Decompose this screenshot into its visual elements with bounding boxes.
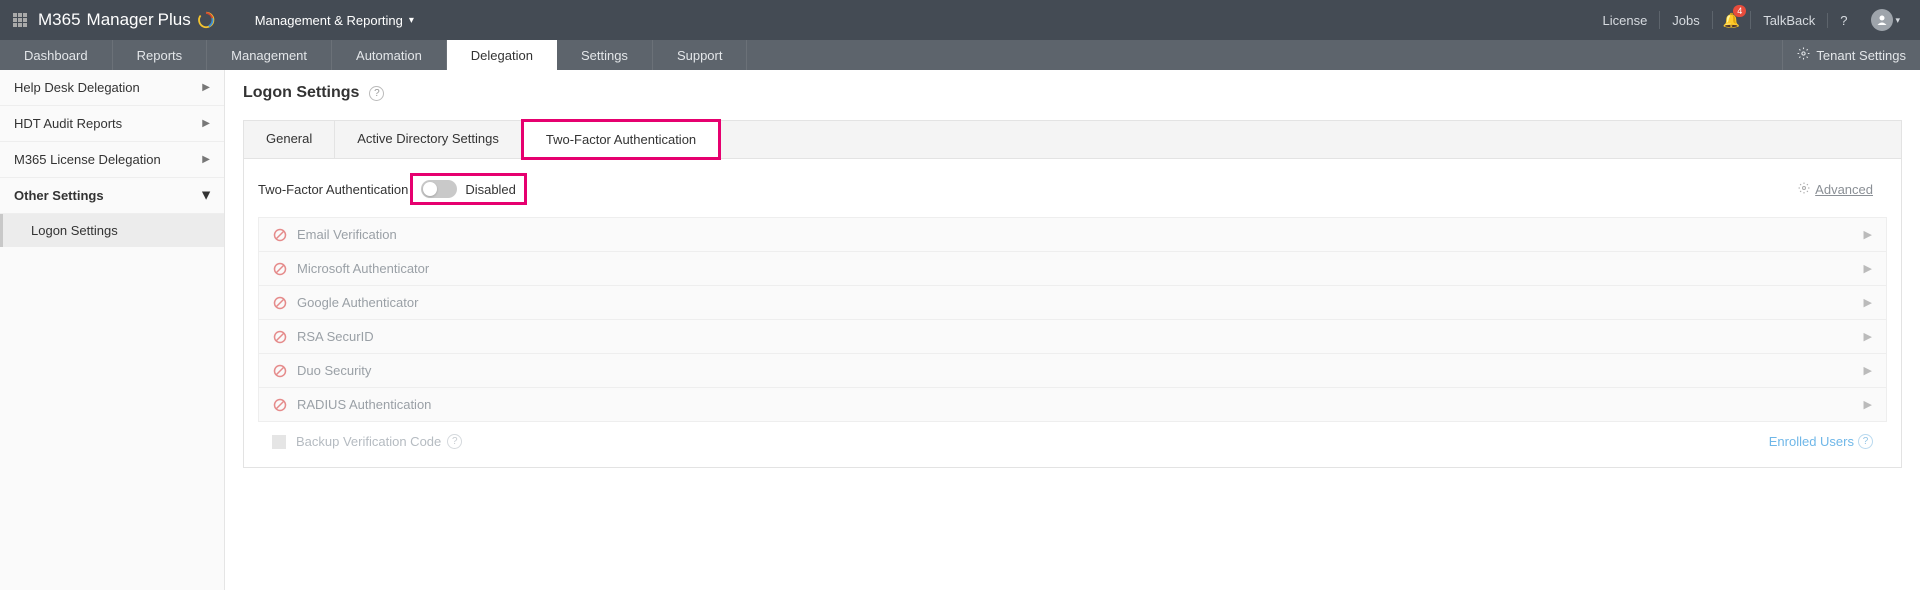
auth-method-item[interactable]: Google Authenticator ▶ [258, 286, 1887, 320]
backup-code-row: Backup Verification Code ? Enrolled User… [258, 422, 1887, 453]
main-nav: Dashboard Reports Management Automation … [0, 40, 1920, 70]
disabled-icon [273, 330, 287, 344]
apps-grid-icon[interactable] [12, 12, 28, 28]
section-dropdown-label: Management & Reporting [255, 13, 403, 28]
page-title-row: Logon Settings ? [243, 84, 1902, 102]
gear-icon [1798, 182, 1810, 197]
tab-strip: General Active Directory Settings Two-Fa… [244, 121, 1901, 159]
sidebar-item-label: Other Settings [14, 188, 104, 203]
caret-right-icon: ▶ [202, 118, 210, 129]
enrolled-users-label: Enrolled Users [1769, 434, 1854, 449]
nav-tab-management[interactable]: Management [207, 40, 332, 70]
method-label: Microsoft Authenticator [297, 261, 429, 276]
backup-code-label: Backup Verification Code [296, 434, 441, 449]
method-label: Google Authenticator [297, 295, 418, 310]
tab-two-factor-authentication[interactable]: Two-Factor Authentication [521, 119, 721, 160]
info-icon[interactable]: ? [447, 434, 462, 449]
notification-badge: 4 [1733, 5, 1746, 17]
backup-code-checkbox[interactable] [272, 435, 286, 449]
sidebar-item-label: Help Desk Delegation [14, 80, 140, 95]
nav-tab-delegation[interactable]: Delegation [447, 40, 557, 70]
auth-method-list: Email Verification ▶ Microsoft Authentic… [244, 217, 1901, 422]
user-avatar-icon [1871, 9, 1893, 31]
advanced-link[interactable]: Advanced [1798, 182, 1873, 197]
caret-right-icon: ▶ [1864, 228, 1872, 241]
caret-down-icon: ▶ [201, 192, 212, 200]
chevron-down-icon: ▾ [1895, 15, 1900, 26]
auth-method-item[interactable]: Microsoft Authenticator ▶ [258, 252, 1887, 286]
sidebar-item-hdt-audit-reports[interactable]: HDT Audit Reports ▶ [0, 106, 224, 142]
nav-tab-settings[interactable]: Settings [557, 40, 653, 70]
tenant-settings-label: Tenant Settings [1816, 48, 1906, 63]
page-title: Logon Settings [243, 84, 359, 102]
brand-text-2: Manager [87, 10, 154, 30]
sidebar: Help Desk Delegation ▶ HDT Audit Reports… [0, 70, 225, 590]
caret-right-icon: ▶ [1864, 262, 1872, 275]
section-dropdown[interactable]: Management & Reporting ▾ [255, 13, 414, 28]
tfa-toggle[interactable] [421, 180, 457, 198]
tab-active-directory-settings[interactable]: Active Directory Settings [335, 121, 522, 158]
auth-method-item[interactable]: Email Verification ▶ [258, 217, 1887, 252]
disabled-icon [273, 296, 287, 310]
header-right-group: License Jobs 🔔 4 TalkBack ? ▾ [1590, 9, 1908, 31]
user-menu[interactable]: ▾ [1859, 9, 1908, 31]
disabled-icon [273, 262, 287, 276]
brand-logo: M365 Manager Plus [38, 10, 215, 30]
sidebar-item-m365-license-delegation[interactable]: M365 License Delegation ▶ [0, 142, 224, 178]
nav-tab-dashboard[interactable]: Dashboard [0, 40, 113, 70]
info-icon[interactable]: ? [1858, 434, 1873, 449]
sidebar-item-other-settings[interactable]: Other Settings ▶ [0, 178, 224, 214]
advanced-label: Advanced [1815, 182, 1873, 197]
main-layout: Help Desk Delegation ▶ HDT Audit Reports… [0, 70, 1920, 590]
tab-body: Two-Factor Authentication Disabled Advan… [244, 159, 1901, 467]
caret-right-icon: ▶ [202, 154, 210, 165]
enrolled-users-link[interactable]: Enrolled Users ? [1769, 434, 1873, 449]
disabled-icon [273, 228, 287, 242]
tenant-settings-button[interactable]: Tenant Settings [1782, 40, 1920, 70]
toggle-knob-icon [423, 182, 437, 196]
method-label: RSA SecurID [297, 329, 374, 344]
notifications-button[interactable]: 🔔 4 [1713, 11, 1751, 29]
disabled-icon [273, 398, 287, 412]
caret-right-icon: ▶ [1864, 296, 1872, 309]
talkback-link[interactable]: TalkBack [1751, 11, 1827, 29]
caret-right-icon: ▶ [1864, 364, 1872, 377]
tabs-panel: General Active Directory Settings Two-Fa… [243, 120, 1902, 468]
nav-tab-support[interactable]: Support [653, 40, 748, 70]
caret-right-icon: ▶ [1864, 330, 1872, 343]
caret-right-icon: ▶ [202, 82, 210, 93]
gear-icon [1797, 47, 1810, 63]
sidebar-item-label: M365 License Delegation [14, 152, 161, 167]
brand-text-3: Plus [158, 10, 191, 30]
nav-tab-automation[interactable]: Automation [332, 40, 447, 70]
chevron-down-icon: ▾ [409, 15, 414, 26]
auth-method-item[interactable]: RADIUS Authentication ▶ [258, 388, 1887, 422]
help-button[interactable]: ? [1827, 13, 1859, 28]
content-area: Logon Settings ? General Active Director… [225, 70, 1920, 590]
nav-tab-reports[interactable]: Reports [113, 40, 208, 70]
auth-method-item[interactable]: Duo Security ▶ [258, 354, 1887, 388]
sidebar-subitem-logon-settings[interactable]: Logon Settings [0, 214, 224, 247]
disabled-icon [273, 364, 287, 378]
method-label: RADIUS Authentication [297, 397, 431, 412]
brand-swirl-icon [197, 11, 215, 29]
license-link[interactable]: License [1590, 11, 1660, 29]
auth-method-item[interactable]: RSA SecurID ▶ [258, 320, 1887, 354]
sidebar-item-help-desk-delegation[interactable]: Help Desk Delegation ▶ [0, 70, 224, 106]
method-label: Email Verification [297, 227, 397, 242]
tab-general[interactable]: General [244, 121, 335, 158]
toggle-state-label: Disabled [465, 182, 516, 197]
method-label: Duo Security [297, 363, 371, 378]
tfa-toggle-row: Two-Factor Authentication Disabled Advan… [244, 173, 1901, 217]
info-icon[interactable]: ? [369, 86, 384, 101]
tfa-toggle-group: Disabled [410, 173, 527, 205]
caret-right-icon: ▶ [1864, 398, 1872, 411]
sidebar-item-label: HDT Audit Reports [14, 116, 122, 131]
top-header: M365 Manager Plus Management & Reporting… [0, 0, 1920, 40]
brand-text-1: M365 [38, 10, 81, 30]
jobs-link[interactable]: Jobs [1660, 11, 1712, 29]
tfa-label: Two-Factor Authentication [258, 182, 408, 197]
